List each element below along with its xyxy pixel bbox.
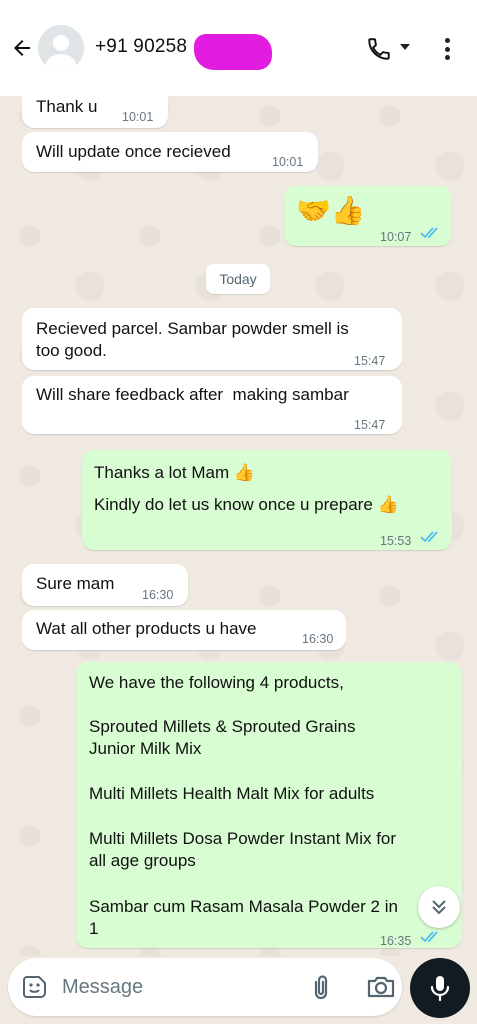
- camera-icon[interactable]: [366, 975, 396, 999]
- message-composer: [8, 958, 402, 1016]
- double-chevron-down-icon: [432, 900, 446, 915]
- message-text-line: Thanks a lot Mam 👍: [94, 463, 255, 482]
- message-text: Sure mam: [36, 574, 115, 593]
- incoming-message[interactable]: Will update once recieved 10:01: [22, 132, 318, 172]
- incoming-message[interactable]: Sure mam 16:30: [22, 564, 188, 606]
- contact-name[interactable]: +91 90258: [95, 36, 187, 58]
- message-time: 15:47: [354, 354, 386, 368]
- message-text-line: We have the following 4 products,: [89, 673, 344, 692]
- message-text-line: Sprouted Millets & Sprouted Grains: [89, 717, 356, 736]
- back-arrow-icon[interactable]: [8, 34, 36, 62]
- message-time: 15:53: [380, 534, 412, 548]
- message-text-line: Kindly do let us know once u prepare 👍: [94, 495, 399, 514]
- message-time: 15:47: [354, 418, 386, 432]
- message-text-line: all age groups: [89, 851, 196, 870]
- message-text-line: Multi Millets Dosa Powder Instant Mix fo…: [89, 829, 397, 848]
- message-text-line: Junior Milk Mix: [89, 739, 202, 758]
- message-text-line: Sambar cum Rasam Masala Powder 2 in: [89, 897, 398, 916]
- message-time: 16:35: [380, 934, 412, 948]
- message-input[interactable]: [62, 972, 282, 1002]
- mic-button[interactable]: [410, 958, 470, 1018]
- message-time: 16:30: [142, 588, 174, 602]
- outgoing-message[interactable]: Thanks a lot Mam 👍 Kindly do let us know…: [82, 450, 452, 550]
- sticker-icon[interactable]: [22, 974, 48, 1000]
- read-ticks-icon: [420, 227, 438, 239]
- phone-icon[interactable]: [366, 36, 392, 62]
- message-text-line: 1: [89, 919, 99, 938]
- scroll-to-bottom-button[interactable]: [418, 886, 460, 928]
- message-text-line: too good.: [36, 341, 107, 360]
- message-text: Thank u: [36, 97, 98, 116]
- message-text: Will share feedback after making sambar: [36, 385, 349, 404]
- message-text-line: Recieved parcel. Sambar powder smell is: [36, 319, 349, 338]
- incoming-message[interactable]: Recieved parcel. Sambar powder smell is …: [22, 308, 402, 370]
- chevron-down-icon[interactable]: [400, 44, 410, 50]
- read-ticks-icon: [420, 931, 438, 943]
- avatar[interactable]: [38, 25, 84, 71]
- incoming-message[interactable]: Will share feedback after making sambar …: [22, 376, 402, 434]
- outgoing-message[interactable]: We have the following 4 products, Sprout…: [76, 662, 462, 948]
- message-text-line: Multi Millets Health Malt Mix for adults: [89, 784, 375, 803]
- paperclip-icon[interactable]: [308, 973, 334, 1001]
- outgoing-message[interactable]: 🤝👍 10:07: [284, 186, 452, 246]
- mic-icon: [430, 976, 450, 1002]
- incoming-message[interactable]: Wat all other products u have 16:30: [22, 610, 346, 650]
- message-time: 16:30: [302, 632, 334, 646]
- read-ticks-icon: [420, 531, 438, 543]
- message-time: 10:07: [380, 230, 412, 244]
- message-time: 10:01: [122, 110, 154, 124]
- message-text: Will update once recieved: [36, 142, 231, 161]
- more-vert-icon[interactable]: [438, 36, 456, 62]
- chat-header: +91 90258: [0, 0, 477, 96]
- redaction-mark: [194, 34, 272, 70]
- message-text: 🤝👍: [296, 195, 366, 226]
- message-time: 10:01: [272, 155, 304, 169]
- incoming-message[interactable]: Thank u 10:01: [22, 86, 168, 128]
- message-text: Wat all other products u have: [36, 619, 257, 638]
- date-separator: Today: [206, 264, 270, 294]
